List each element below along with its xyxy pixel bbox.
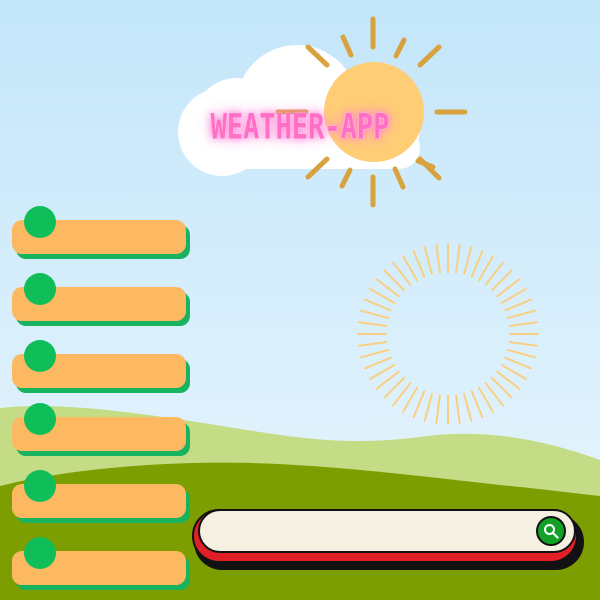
forecast-slot-2[interactable] xyxy=(12,273,190,326)
forecast-slot-indicator xyxy=(24,340,56,372)
search-input[interactable] xyxy=(198,509,576,553)
forecast-slot-6[interactable] xyxy=(12,537,190,590)
search-bar xyxy=(190,504,586,572)
search-button[interactable] xyxy=(536,516,566,546)
forecast-slot-4[interactable] xyxy=(12,403,190,456)
forecast-slot-indicator xyxy=(24,206,56,238)
forecast-slot-indicator xyxy=(24,537,56,569)
forecast-slot-indicator xyxy=(24,403,56,435)
search-icon xyxy=(544,524,559,539)
forecast-slot-indicator xyxy=(24,273,56,305)
app-title: WEATHER-APP xyxy=(210,107,390,148)
forecast-slot-1[interactable] xyxy=(12,206,190,259)
forecast-slot-3[interactable] xyxy=(12,340,190,393)
forecast-slot-indicator xyxy=(24,470,56,502)
forecast-slot-5[interactable] xyxy=(12,470,190,523)
